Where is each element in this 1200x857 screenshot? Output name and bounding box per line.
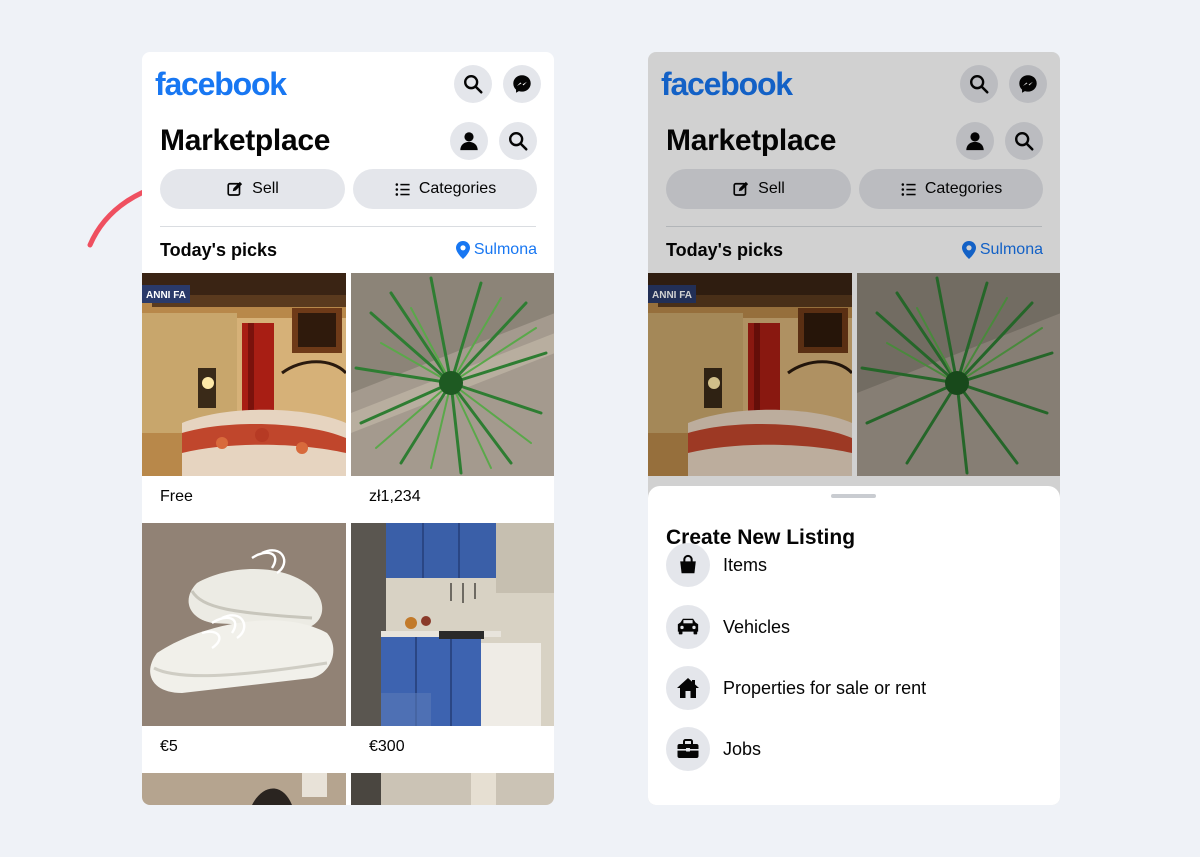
top-bar: facebook [142,52,554,116]
sheet-grabber[interactable] [831,494,876,498]
listing-photo-kitchen[interactable] [351,523,554,726]
listing-price: €300 [369,738,405,755]
option-label: Items [723,554,768,575]
create-listing-sheet: Create New Listing Items Vehicles Proper… [648,486,1060,805]
listing-price: €5 [160,738,178,755]
option-label: Vehicles [723,616,791,637]
marketplace-search-button[interactable] [499,122,537,160]
plant-photo [351,273,554,476]
partial-photo [142,773,346,805]
profile-button[interactable] [450,122,488,160]
location-link[interactable]: Sulmona [455,241,537,259]
option-jobs[interactable]: Jobs [666,726,1046,772]
categories-button[interactable]: Categories [353,169,537,209]
sneakers-photo [142,523,346,726]
compose-icon [227,181,243,196]
listing-photo-bedroom[interactable]: ANNI FA [142,273,346,476]
photo-tag: ANNI FA [146,290,186,301]
listing-photo-partial[interactable] [142,773,346,805]
option-items[interactable]: Items [666,542,1046,588]
marketplace-screen-with-sheet: facebook Marketplace Sell Categories Tod… [648,52,1060,805]
listing-price: Free [160,488,193,505]
bedroom-photo: ANNI FA [142,273,346,476]
partial-photo [351,773,554,805]
listing-photo-plant[interactable] [351,273,554,476]
search-button[interactable] [454,65,492,103]
sell-label: Sell [252,180,279,197]
option-label: Properties for sale or rent [723,677,927,698]
kitchen-photo [351,523,554,726]
car-icon [666,605,710,649]
divider [160,226,536,227]
facebook-logo[interactable]: facebook [155,66,287,103]
option-properties[interactable]: Properties for sale or rent [666,665,1046,711]
categories-label: Categories [418,180,497,197]
option-label: Jobs [723,738,762,759]
listing-photo-sneakers[interactable] [142,523,346,726]
briefcase-icon [666,727,710,771]
listing-price: zł1,234 [369,488,421,505]
search-icon [464,75,483,94]
option-vehicles[interactable]: Vehicles [666,604,1046,650]
page-title: Marketplace [160,124,331,157]
messenger-button[interactable] [503,65,541,103]
list-icon [395,182,410,196]
shopping-bag-icon [666,543,710,587]
marketplace-screen: facebook Marketplace Sell Categories Tod… [142,52,554,805]
sell-button[interactable]: Sell [160,169,345,209]
messenger-icon [513,75,531,93]
location-pin-icon [455,241,470,259]
location-label: Sulmona [473,241,537,258]
house-icon [666,666,710,710]
person-icon [460,132,478,151]
listing-photo-partial[interactable] [351,773,554,805]
section-title: Today's picks [160,240,277,260]
search-icon [509,132,528,151]
